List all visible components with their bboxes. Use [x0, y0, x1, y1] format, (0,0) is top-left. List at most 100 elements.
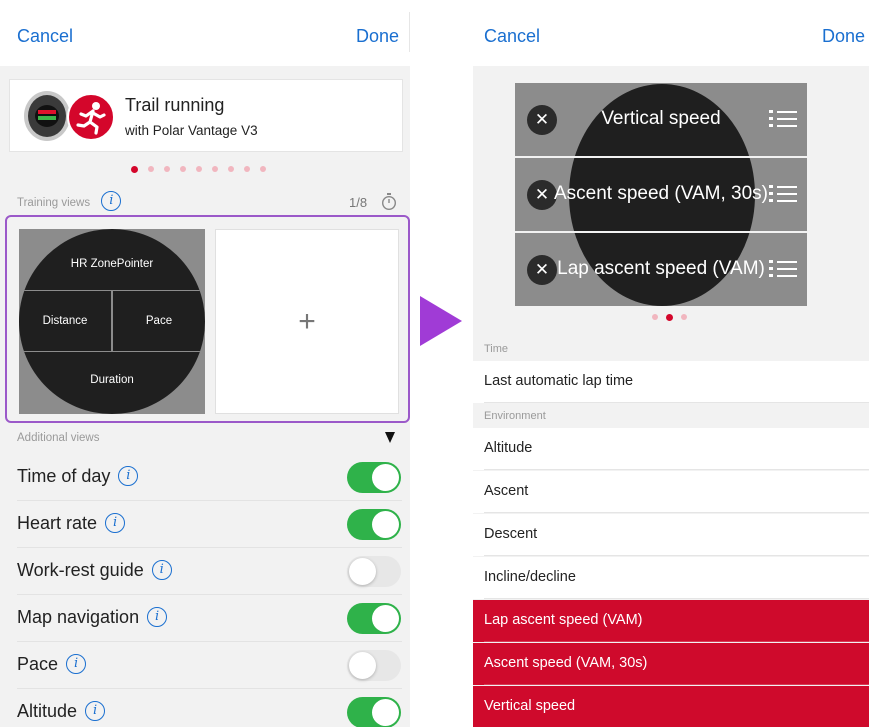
- data-field-item[interactable]: Ascent: [473, 471, 869, 513]
- cancel-button[interactable]: Cancel: [17, 26, 73, 47]
- plus-icon: +: [298, 304, 316, 338]
- cancel-button[interactable]: Cancel: [484, 26, 540, 47]
- page-indicator: [652, 313, 687, 321]
- done-button[interactable]: Done: [822, 26, 865, 47]
- watch-display: HR ZonePointer Distance Pace Duration: [19, 229, 205, 414]
- field-middle-right: Pace: [145, 315, 173, 327]
- data-field-item[interactable]: Ascent speed (VAM, 30s): [473, 643, 869, 685]
- page-dot[interactable]: [244, 166, 250, 172]
- reorder-handle-icon[interactable]: [769, 257, 797, 281]
- info-icon[interactable]: i: [147, 606, 168, 627]
- data-field-item[interactable]: Vertical speed: [473, 686, 869, 727]
- reorder-handle-icon[interactable]: [769, 107, 797, 131]
- info-icon[interactable]: i: [151, 559, 172, 580]
- page-dot[interactable]: [212, 166, 218, 172]
- field-bottom: Duration: [90, 374, 134, 386]
- data-field-item[interactable]: Last automatic lap time: [473, 361, 869, 403]
- sport-profile-card[interactable]: Trail running with Polar Vantage V3: [9, 79, 403, 152]
- page-dot[interactable]: [180, 166, 186, 172]
- page-indicator: [131, 165, 266, 173]
- toggle-knob: [349, 558, 376, 585]
- left-top-bar: Cancel Done: [0, 0, 410, 66]
- data-field-label: Vertical speed: [484, 698, 576, 714]
- data-field-item[interactable]: Descent: [473, 514, 869, 556]
- page-dot[interactable]: [652, 314, 658, 320]
- page-dot[interactable]: [666, 313, 673, 321]
- data-field-item[interactable]: Incline/decline: [473, 557, 869, 599]
- reorder-handle-icon[interactable]: [769, 182, 797, 206]
- toggle-knob: [372, 605, 399, 632]
- toggle-label: Heart rate i: [17, 512, 126, 534]
- toggle-label-text: Pace: [17, 654, 59, 674]
- selected-fields-panel: ✕ Vertical speed ✕ Ascent speed (VAM, 30s) ✕…: [515, 83, 807, 306]
- stopwatch-icon: [381, 192, 397, 216]
- section-header: Time: [484, 343, 509, 355]
- data-field-item[interactable]: Lap ascent speed (VAM): [473, 600, 869, 642]
- data-field-label: Descent: [484, 526, 538, 542]
- info-icon[interactable]: i: [105, 512, 126, 533]
- toggle-switch[interactable]: [347, 509, 401, 540]
- page-dot[interactable]: [681, 314, 687, 320]
- info-icon[interactable]: i: [85, 700, 106, 721]
- info-icon[interactable]: i: [118, 465, 139, 486]
- page-dot[interactable]: [228, 166, 234, 172]
- watch-face: [35, 105, 59, 127]
- selected-field-row[interactable]: ✕ Lap ascent speed (VAM): [515, 233, 807, 306]
- page-dot[interactable]: [164, 166, 170, 172]
- toggle-label: Map navigation i: [17, 606, 168, 628]
- section-header: Environment: [484, 410, 546, 422]
- field-name: Ascent speed (VAM, 30s): [553, 183, 769, 204]
- profile-subtitle: with Polar Vantage V3: [125, 123, 258, 138]
- toggle-row: Heart rate i: [0, 501, 410, 548]
- toggle-label: Altitude i: [17, 700, 106, 722]
- info-icon[interactable]: i: [101, 191, 122, 211]
- toggle-label: Work-rest guide i: [17, 559, 172, 581]
- field-divider: [515, 231, 807, 233]
- data-field-item[interactable]: Altitude: [473, 428, 869, 470]
- row-divider: [484, 598, 869, 599]
- toggle-row: Altitude i: [0, 689, 410, 727]
- row-divider: [484, 641, 869, 642]
- row-divider: [484, 555, 869, 556]
- toggle-switch[interactable]: [347, 650, 401, 681]
- selected-field-row[interactable]: ✕ Ascent speed (VAM, 30s): [515, 158, 807, 231]
- training-views-counter: 1/8: [349, 195, 368, 210]
- page-dot[interactable]: [196, 166, 202, 172]
- down-arrow-icon: [385, 432, 395, 443]
- page-dot[interactable]: [148, 166, 154, 172]
- right-top-bar: Cancel Done: [473, 0, 869, 66]
- toggle-label: Pace i: [17, 653, 87, 675]
- toggle-row: Time of day i: [0, 454, 410, 501]
- toggle-knob: [372, 511, 399, 538]
- toggle-row: Work-rest guide i: [0, 548, 410, 595]
- toggle-knob: [349, 652, 376, 679]
- toggle-switch[interactable]: [347, 462, 401, 493]
- data-field-label: Altitude: [484, 440, 533, 456]
- page-dot[interactable]: [260, 166, 266, 172]
- info-icon[interactable]: i: [66, 653, 87, 674]
- additional-views-label: Additional views: [17, 432, 100, 444]
- done-button[interactable]: Done: [356, 26, 399, 47]
- right-arrow-icon: [420, 296, 462, 346]
- toggle-switch[interactable]: [347, 603, 401, 634]
- add-view-button[interactable]: +: [215, 229, 399, 414]
- profile-title: Trail running: [125, 95, 225, 115]
- page-dot[interactable]: [131, 165, 138, 173]
- toggle-switch[interactable]: [347, 556, 401, 587]
- row-divider: [484, 402, 869, 403]
- data-field-label: Lap ascent speed (VAM): [484, 612, 643, 628]
- training-views-label: Training views: [17, 197, 91, 210]
- additional-views-list: Time of day i Heart rate i Work-rest guide i M…: [0, 454, 410, 727]
- trail-running-icon: [67, 93, 115, 141]
- data-field-label: Ascent: [484, 483, 529, 499]
- field-top: HR ZonePointer: [70, 258, 154, 270]
- toggle-knob: [372, 464, 399, 491]
- left-screen: Cancel Done Trail running with Polar Van…: [0, 0, 410, 727]
- toggle-label-text: Map navigation: [17, 607, 140, 627]
- training-view-tile[interactable]: HR ZonePointer Distance Pace Duration: [19, 229, 205, 414]
- selected-field-row[interactable]: ✕ Vertical speed: [515, 83, 807, 156]
- row-divider: [484, 512, 869, 513]
- row-divider: [484, 684, 869, 685]
- toggle-switch[interactable]: [347, 697, 401, 727]
- data-field-label: Incline/decline: [484, 569, 576, 585]
